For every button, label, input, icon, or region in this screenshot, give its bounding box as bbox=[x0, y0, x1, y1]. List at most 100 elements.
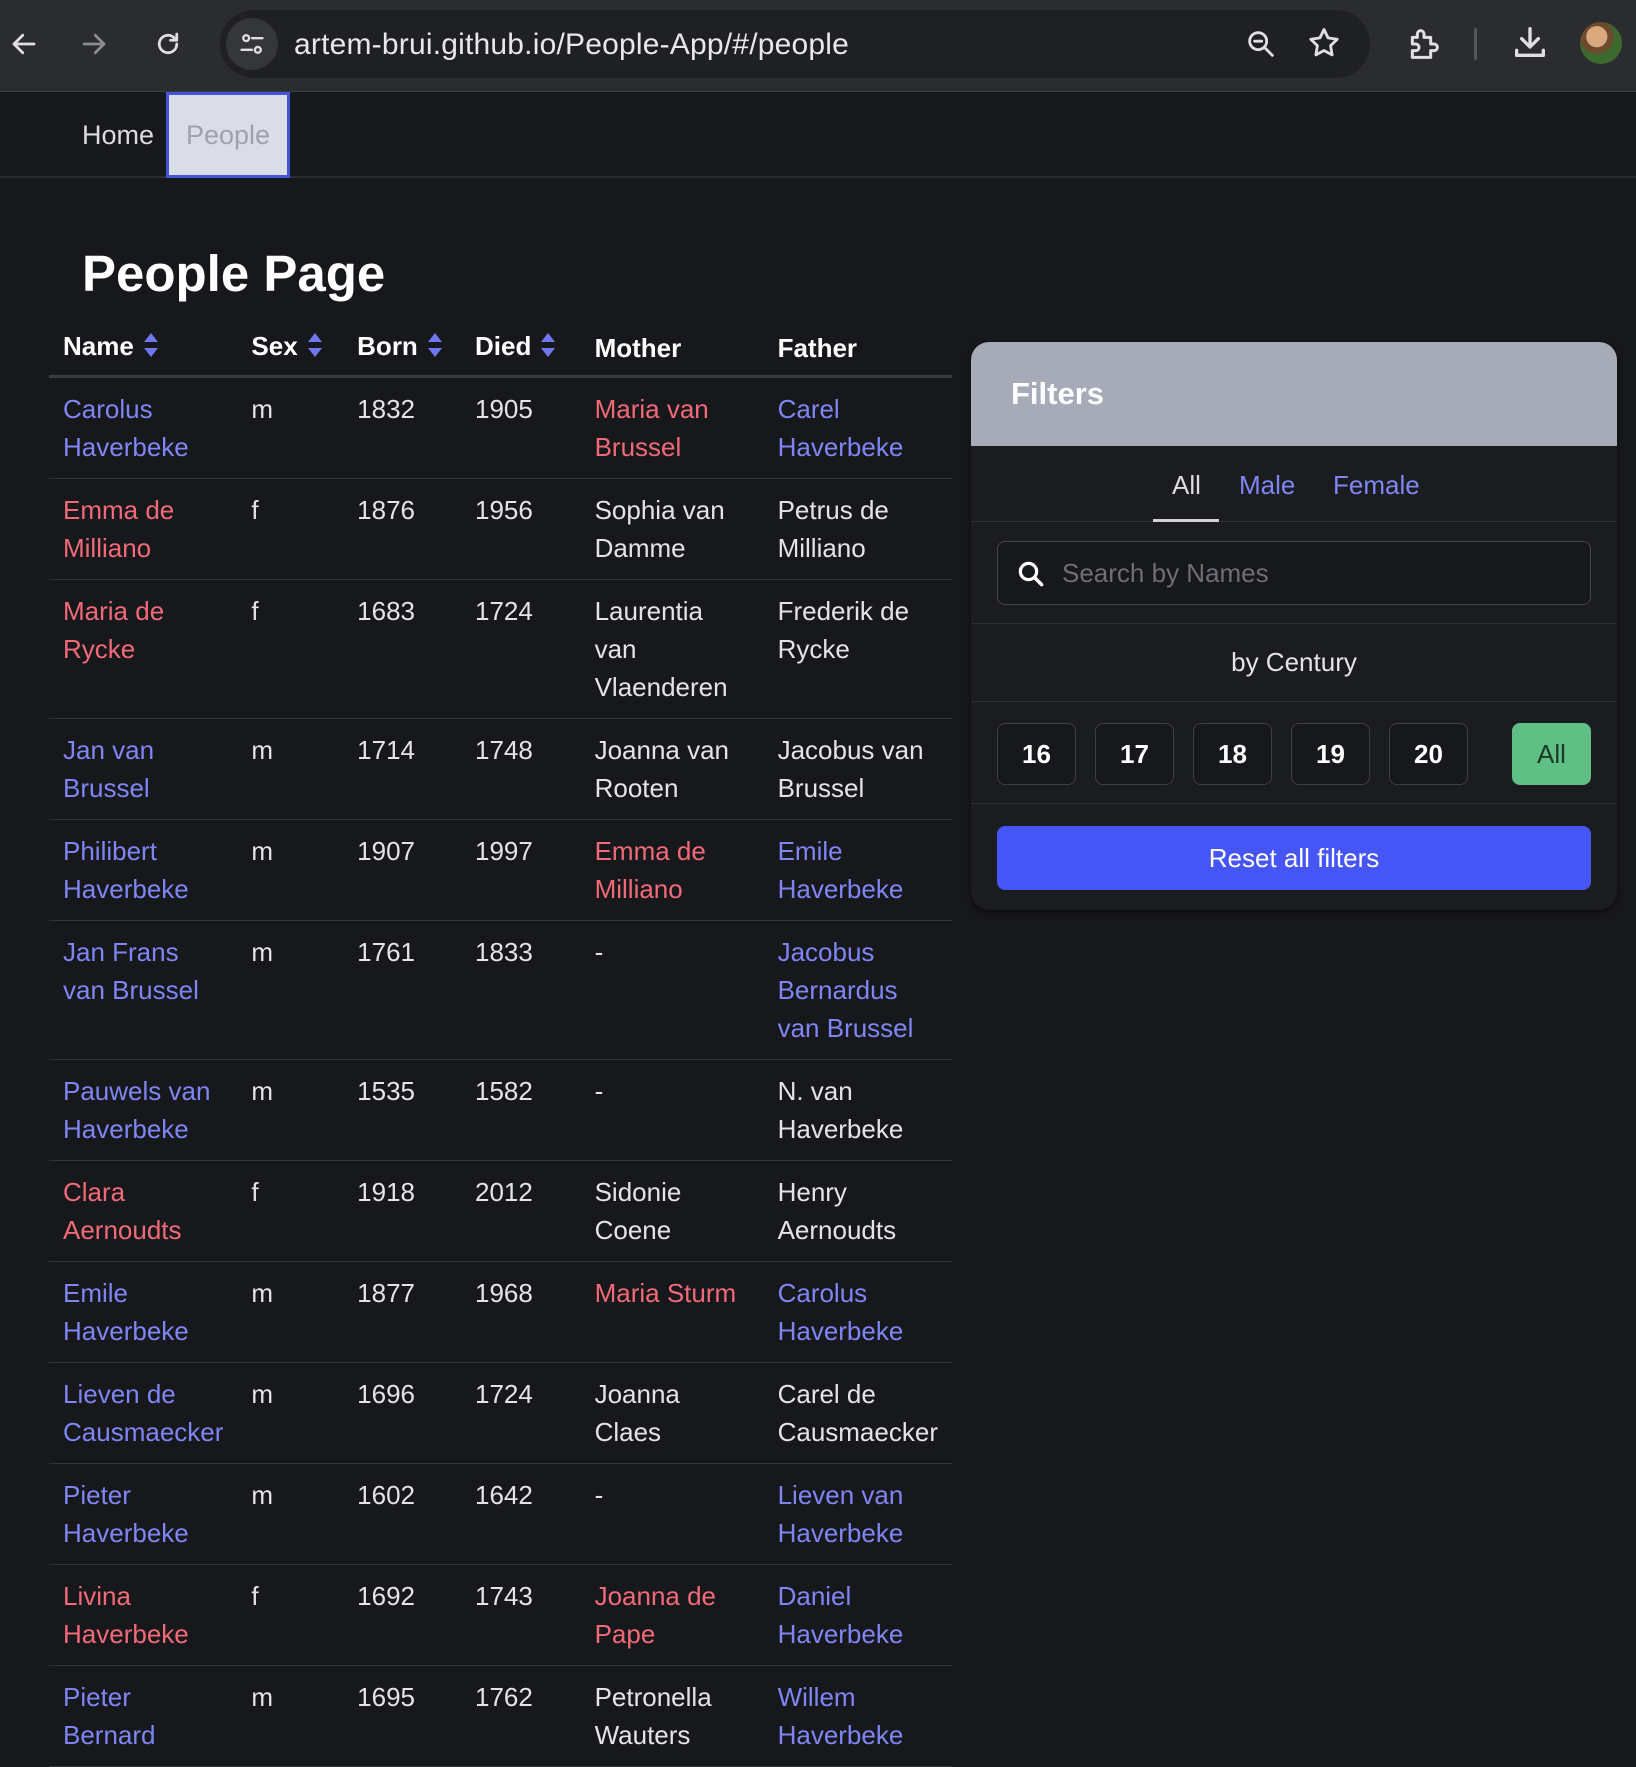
cell-father: Willem Haverbeke bbox=[763, 1665, 952, 1767]
cell-sex: f bbox=[237, 579, 344, 719]
father-link[interactable]: Lieven van Haverbeke bbox=[778, 1480, 904, 1548]
table-row: Pauwels van Haverbeke m 1535 1582 - N. van Ha… bbox=[49, 1059, 952, 1161]
cell-died: 1833 bbox=[461, 920, 581, 1060]
table-row: Lieven de Causmaecker m 1696 1724 Joanna Cla… bbox=[49, 1362, 952, 1464]
died-text: 1724 bbox=[475, 595, 533, 626]
father-link[interactable]: Jacobus Bernardus van Brussel bbox=[778, 937, 914, 1043]
died-text: 1582 bbox=[475, 1075, 533, 1106]
born-text: 1918 bbox=[357, 1176, 415, 1207]
name-link[interactable]: Livina Haverbeke bbox=[63, 1581, 189, 1649]
father-text: Petrus de Milliano bbox=[777, 494, 889, 563]
zoom-icon[interactable] bbox=[1244, 27, 1278, 66]
century-button-18[interactable]: 18 bbox=[1193, 723, 1272, 785]
name-link[interactable]: Pieter Haverbeke bbox=[63, 1480, 189, 1548]
father-link[interactable]: Carolus Haverbeke bbox=[778, 1278, 904, 1346]
mother-link[interactable]: Maria Sturm bbox=[595, 1278, 737, 1308]
search-input[interactable] bbox=[1062, 552, 1562, 594]
died-text: 1968 bbox=[475, 1277, 533, 1308]
cell-born: 1683 bbox=[343, 579, 461, 719]
page-title: People Page bbox=[82, 245, 386, 302]
reset-filters-button[interactable]: Reset all filters bbox=[997, 826, 1591, 890]
url-text[interactable]: artem-brui.github.io/People-App/#/people bbox=[294, 28, 849, 62]
address-bar[interactable]: artem-brui.github.io/People-App/#/people bbox=[220, 10, 1370, 78]
cell-born: 1907 bbox=[343, 819, 461, 921]
column-header-sex[interactable]: Sex bbox=[237, 322, 344, 378]
back-icon[interactable] bbox=[0, 20, 48, 68]
nav-home-link[interactable]: Home bbox=[62, 92, 174, 178]
column-header-label: Sex bbox=[251, 331, 298, 362]
cell-died: 1905 bbox=[461, 376, 581, 479]
cell-mother: Laurentia van Vlaenderen bbox=[580, 579, 764, 719]
cell-name: Philibert Haverbeke bbox=[49, 819, 238, 921]
tab-male[interactable]: Male bbox=[1239, 470, 1295, 501]
nav-people-link[interactable]: People bbox=[166, 92, 290, 178]
column-header-born[interactable]: Born bbox=[343, 322, 461, 378]
cell-name: Pieter Bernard bbox=[49, 1665, 238, 1767]
cell-name: Pauwels van Haverbeke bbox=[49, 1059, 238, 1161]
name-link[interactable]: Jan Frans van Brussel bbox=[63, 937, 199, 1005]
sort-icon[interactable] bbox=[306, 332, 324, 365]
table-row: Clara Aernoudts f 1918 2012 Sidonie Coene Hen… bbox=[49, 1160, 952, 1262]
forward-icon[interactable] bbox=[70, 20, 118, 68]
mother-link[interactable]: Emma de Milliano bbox=[595, 836, 706, 904]
search-box[interactable] bbox=[997, 541, 1591, 605]
reload-icon[interactable] bbox=[144, 20, 192, 68]
century-button-17[interactable]: 17 bbox=[1095, 723, 1174, 785]
table-row: Emma de Milliano f 1876 1956 Sophia van Damm… bbox=[49, 478, 952, 580]
father-text: Carel de Causmaecker bbox=[777, 1378, 938, 1447]
cell-name: Livina Haverbeke bbox=[49, 1564, 238, 1666]
born-text: 1714 bbox=[357, 734, 415, 765]
bookmark-star-icon[interactable] bbox=[1306, 25, 1342, 66]
father-text: N. van Haverbeke bbox=[777, 1075, 904, 1144]
name-link[interactable]: Jan van Brussel bbox=[63, 735, 154, 803]
cell-born: 1535 bbox=[343, 1059, 461, 1161]
sort-icon[interactable] bbox=[426, 332, 444, 365]
cell-mother: Sophia van Damme bbox=[580, 478, 764, 580]
profile-avatar[interactable] bbox=[1580, 22, 1622, 64]
table-row: Pieter Haverbeke m 1602 1642 - Lieven van Hav… bbox=[49, 1463, 952, 1565]
died-text: 1748 bbox=[475, 734, 533, 765]
column-header-died[interactable]: Died bbox=[461, 322, 581, 378]
cell-name: Pieter Haverbeke bbox=[49, 1463, 238, 1565]
century-button-all[interactable]: All bbox=[1512, 723, 1591, 785]
cell-mother: - bbox=[580, 1059, 764, 1161]
name-link[interactable]: Pieter Bernard bbox=[63, 1682, 156, 1750]
cell-father: Frederik de Rycke bbox=[763, 579, 952, 719]
century-buttons: 16 17 18 19 20 All bbox=[971, 702, 1617, 804]
father-link[interactable]: Carel Haverbeke bbox=[778, 394, 904, 462]
mother-link[interactable]: Maria van Brussel bbox=[595, 394, 709, 462]
name-link[interactable]: Emile Haverbeke bbox=[63, 1278, 189, 1346]
cell-born: 1695 bbox=[343, 1665, 461, 1767]
column-header-label: Born bbox=[357, 331, 418, 362]
extensions-icon[interactable] bbox=[1404, 24, 1444, 69]
cell-name: Lieven de Causmaecker bbox=[49, 1362, 238, 1464]
name-link[interactable]: Emma de Milliano bbox=[63, 495, 174, 563]
name-link[interactable]: Maria de Rycke bbox=[63, 596, 164, 664]
sort-icon[interactable] bbox=[142, 332, 160, 365]
column-header-name[interactable]: Name bbox=[49, 322, 238, 378]
name-link[interactable]: Philibert Haverbeke bbox=[63, 836, 189, 904]
father-link[interactable]: Willem Haverbeke bbox=[778, 1682, 904, 1750]
cell-born: 1761 bbox=[343, 920, 461, 1060]
cell-born: 1692 bbox=[343, 1564, 461, 1666]
died-text: 1642 bbox=[475, 1479, 533, 1510]
died-text: 1905 bbox=[475, 393, 533, 424]
tab-all[interactable]: All bbox=[1172, 470, 1201, 501]
download-icon[interactable] bbox=[1510, 22, 1550, 67]
mother-link[interactable]: Joanna de Pape bbox=[595, 1581, 716, 1649]
search-icon bbox=[1016, 559, 1046, 594]
century-button-20[interactable]: 20 bbox=[1389, 723, 1468, 785]
name-link[interactable]: Carolus Haverbeke bbox=[63, 394, 189, 462]
century-button-19[interactable]: 19 bbox=[1291, 723, 1370, 785]
sort-icon[interactable] bbox=[539, 332, 557, 365]
father-text: Frederik de Rycke bbox=[777, 595, 910, 664]
tab-female[interactable]: Female bbox=[1333, 470, 1420, 501]
site-settings-icon[interactable] bbox=[226, 18, 278, 70]
century-button-16[interactable]: 16 bbox=[997, 723, 1076, 785]
father-link[interactable]: Daniel Haverbeke bbox=[778, 1581, 904, 1649]
born-text: 1832 bbox=[357, 393, 415, 424]
name-link[interactable]: Lieven de Causmaecker bbox=[63, 1379, 223, 1447]
father-link[interactable]: Emile Haverbeke bbox=[778, 836, 904, 904]
name-link[interactable]: Clara Aernoudts bbox=[63, 1177, 182, 1245]
name-link[interactable]: Pauwels van Haverbeke bbox=[63, 1076, 210, 1144]
